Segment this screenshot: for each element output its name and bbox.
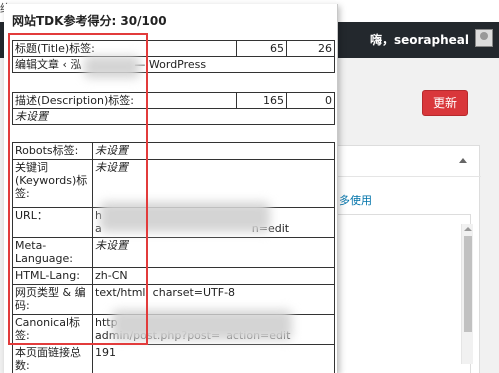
robots-label: Robots标签: bbox=[12, 142, 93, 160]
title-value-cell: 编辑文章 ‹ 泓 — WordPress bbox=[12, 56, 335, 73]
panel-scrollbar[interactable] bbox=[461, 224, 473, 364]
scroll-up-icon[interactable] bbox=[464, 227, 472, 231]
scroll-thumb[interactable] bbox=[464, 236, 472, 332]
user-greeting[interactable]: 嗨，seorapheal bbox=[370, 31, 469, 48]
redaction-blur bbox=[112, 310, 292, 340]
canonical-label: Canonical标签: bbox=[12, 314, 93, 345]
popup-title: 网站TDK参考得分: 30/100 bbox=[12, 14, 167, 28]
more-usage-link[interactable]: 多使用 bbox=[339, 192, 372, 208]
link-count-label: 本页面链接总数: bbox=[12, 344, 93, 373]
robots-value: 未设置 bbox=[92, 142, 335, 160]
title-table: 标题(Title)标签: 65 26 编辑文章 ‹ 泓 — WordPress bbox=[12, 40, 335, 73]
title-value: 编辑文章 ‹ 泓 bbox=[15, 58, 82, 71]
title-score: 26 bbox=[286, 40, 335, 57]
description-value: 未设置 bbox=[12, 108, 335, 125]
description-length: 165 bbox=[236, 92, 287, 109]
description-score: 0 bbox=[286, 92, 335, 109]
collapse-caret-icon[interactable] bbox=[459, 158, 467, 163]
description-label: 描述(Description)标签: bbox=[12, 92, 237, 109]
html-lang-label: HTML-Lang: bbox=[12, 267, 93, 285]
title-length: 65 bbox=[236, 40, 287, 57]
title-label: 标题(Title)标签: bbox=[12, 40, 237, 57]
keywords-value: 未设置 bbox=[92, 159, 335, 208]
keywords-label: 关键词(Keywords)标签: bbox=[12, 159, 93, 208]
url-label: URL： bbox=[12, 207, 93, 238]
content-type-label: 网页类型 & 编码: bbox=[12, 284, 93, 315]
link-count-value: 191 bbox=[92, 344, 335, 373]
update-button[interactable]: 更新 bbox=[422, 90, 468, 116]
description-table: 描述(Description)标签: 165 0 未设置 bbox=[12, 92, 335, 125]
avatar[interactable] bbox=[475, 29, 493, 47]
meta-language-value: 未设置 bbox=[92, 237, 335, 268]
tdk-popup: 网站TDK参考得分: 30/100 标题(Title)标签: 65 26 编辑文… bbox=[4, 4, 338, 373]
meta-language-label: Meta-Language: bbox=[12, 237, 93, 268]
redaction-blur bbox=[84, 56, 140, 78]
title-value-suffix: — WordPress bbox=[134, 58, 207, 71]
redaction-blur bbox=[100, 202, 270, 232]
html-lang-value: zh-CN bbox=[92, 267, 335, 285]
